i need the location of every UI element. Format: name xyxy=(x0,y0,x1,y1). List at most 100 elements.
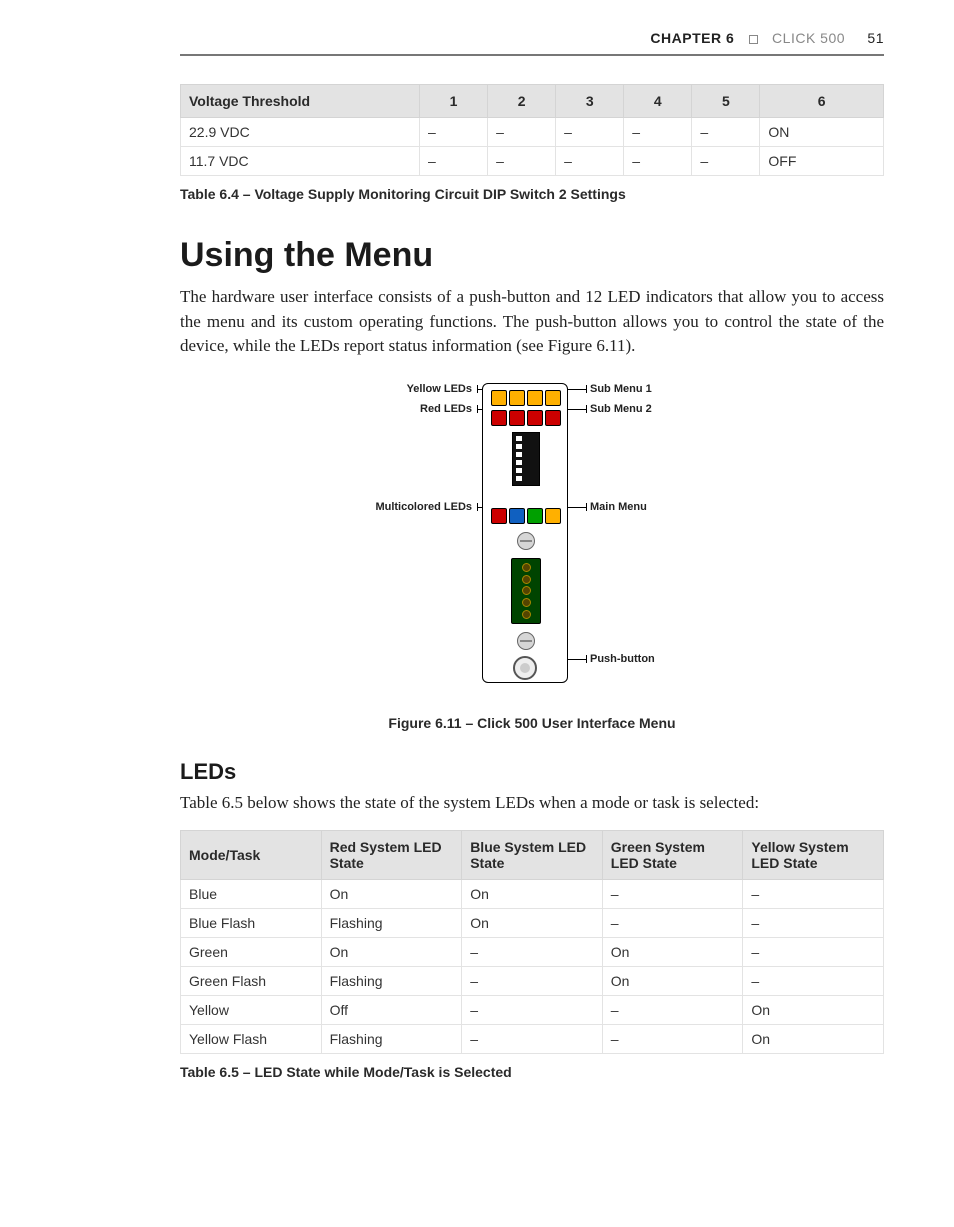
cell: Flashing xyxy=(321,1024,462,1053)
label-main-menu: Main Menu xyxy=(590,501,647,513)
cell: – xyxy=(743,966,884,995)
cell: – xyxy=(743,908,884,937)
section-title: Using the Menu xyxy=(180,236,884,275)
cell: – xyxy=(624,147,692,176)
cell: On xyxy=(321,879,462,908)
cell: On xyxy=(462,879,603,908)
col-header: Green System LED State xyxy=(602,830,743,879)
led-icon xyxy=(545,410,561,426)
col-header: Mode/Task xyxy=(181,830,322,879)
section-body: The hardware user interface consists of … xyxy=(180,285,884,359)
cell: – xyxy=(743,937,884,966)
col-header: 5 xyxy=(692,85,760,118)
table-row: YellowOff––On xyxy=(181,995,884,1024)
figure-caption: Figure 6.11 – Click 500 User Interface M… xyxy=(180,715,884,731)
leader-line xyxy=(568,507,586,508)
label-submenu2: Sub Menu 2 xyxy=(590,403,652,415)
chapter-label: CHAPTER 6 xyxy=(650,30,734,46)
leader-tick xyxy=(477,405,478,413)
cell: OFF xyxy=(760,147,884,176)
cell: Green xyxy=(181,937,322,966)
table-row: 22.9 VDC – – – – – ON xyxy=(181,118,884,147)
led-icon xyxy=(527,410,543,426)
led-icon xyxy=(491,508,507,524)
table-row: Blue FlashFlashingOn–– xyxy=(181,908,884,937)
table-row: BlueOnOn–– xyxy=(181,879,884,908)
multicolor-led-row xyxy=(490,508,562,524)
col-header: 1 xyxy=(420,85,488,118)
col-header: 6 xyxy=(760,85,884,118)
figure-box: Yellow LEDs Red LEDs Multicolored LEDs S… xyxy=(312,375,752,705)
col-header: Yellow System LED State xyxy=(743,830,884,879)
product-label: CLICK 500 xyxy=(772,30,845,46)
subsection-title: LEDs xyxy=(180,759,884,785)
col-header: 3 xyxy=(556,85,624,118)
led-icon xyxy=(491,390,507,406)
cell: Blue xyxy=(181,879,322,908)
leader-line xyxy=(568,409,586,410)
led-state-table: Mode/Task Red System LED State Blue Syst… xyxy=(180,830,884,1054)
cell: ON xyxy=(760,118,884,147)
cell: – xyxy=(556,118,624,147)
cell: On xyxy=(602,937,743,966)
cell: – xyxy=(462,995,603,1024)
table-caption: Table 6.4 – Voltage Supply Monitoring Ci… xyxy=(180,186,884,202)
device-outline xyxy=(482,383,568,683)
leader-tick xyxy=(586,405,587,413)
led-icon xyxy=(545,390,561,406)
terminal-pin-icon xyxy=(522,610,531,619)
led-icon xyxy=(509,390,525,406)
cell: On xyxy=(602,966,743,995)
cell: – xyxy=(488,118,556,147)
header-rule xyxy=(180,54,884,56)
cell: – xyxy=(624,118,692,147)
col-header: Red System LED State xyxy=(321,830,462,879)
subsection-body: Table 6.5 below shows the state of the s… xyxy=(180,791,884,816)
cell: – xyxy=(602,908,743,937)
cell: – xyxy=(462,966,603,995)
cell: – xyxy=(602,995,743,1024)
dip-switch-icon xyxy=(512,432,540,486)
leader-tick xyxy=(586,385,587,393)
terminal-block-icon xyxy=(511,558,541,624)
page-number: 51 xyxy=(867,30,884,46)
table-row: Yellow FlashFlashing––On xyxy=(181,1024,884,1053)
led-icon xyxy=(509,410,525,426)
cell: – xyxy=(602,1024,743,1053)
cell: On xyxy=(743,995,884,1024)
cell: Off xyxy=(321,995,462,1024)
led-icon xyxy=(491,410,507,426)
push-button-icon xyxy=(513,656,537,680)
label-red-leds: Red LEDs xyxy=(420,403,472,415)
cell: Yellow Flash xyxy=(181,1024,322,1053)
terminal-pin-icon xyxy=(522,598,531,607)
table-row: GreenOn–On– xyxy=(181,937,884,966)
screw-icon xyxy=(517,632,535,650)
label-yellow-leds: Yellow LEDs xyxy=(407,383,472,395)
col-header: Blue System LED State xyxy=(462,830,603,879)
label-push-button: Push-button xyxy=(590,653,655,665)
cell: – xyxy=(420,118,488,147)
screw-icon xyxy=(517,532,535,550)
cell: Green Flash xyxy=(181,966,322,995)
table-row: Green FlashFlashing–On– xyxy=(181,966,884,995)
led-icon xyxy=(527,508,543,524)
leader-tick xyxy=(477,385,478,393)
cell: – xyxy=(743,879,884,908)
terminal-pin-icon xyxy=(522,563,531,572)
cell: – xyxy=(462,1024,603,1053)
cell: On xyxy=(743,1024,884,1053)
cell: 11.7 VDC xyxy=(181,147,420,176)
terminal-pin-icon xyxy=(522,575,531,584)
cell: – xyxy=(420,147,488,176)
leader-line xyxy=(568,659,586,660)
table-header-row: Voltage Threshold 1 2 3 4 5 6 xyxy=(181,85,884,118)
col-header: 4 xyxy=(624,85,692,118)
col-header: 2 xyxy=(488,85,556,118)
leader-tick xyxy=(586,503,587,511)
header-divider xyxy=(745,30,762,46)
cell: – xyxy=(488,147,556,176)
terminal-pin-icon xyxy=(522,586,531,595)
table-header-row: Mode/Task Red System LED State Blue Syst… xyxy=(181,830,884,879)
cell: Blue Flash xyxy=(181,908,322,937)
